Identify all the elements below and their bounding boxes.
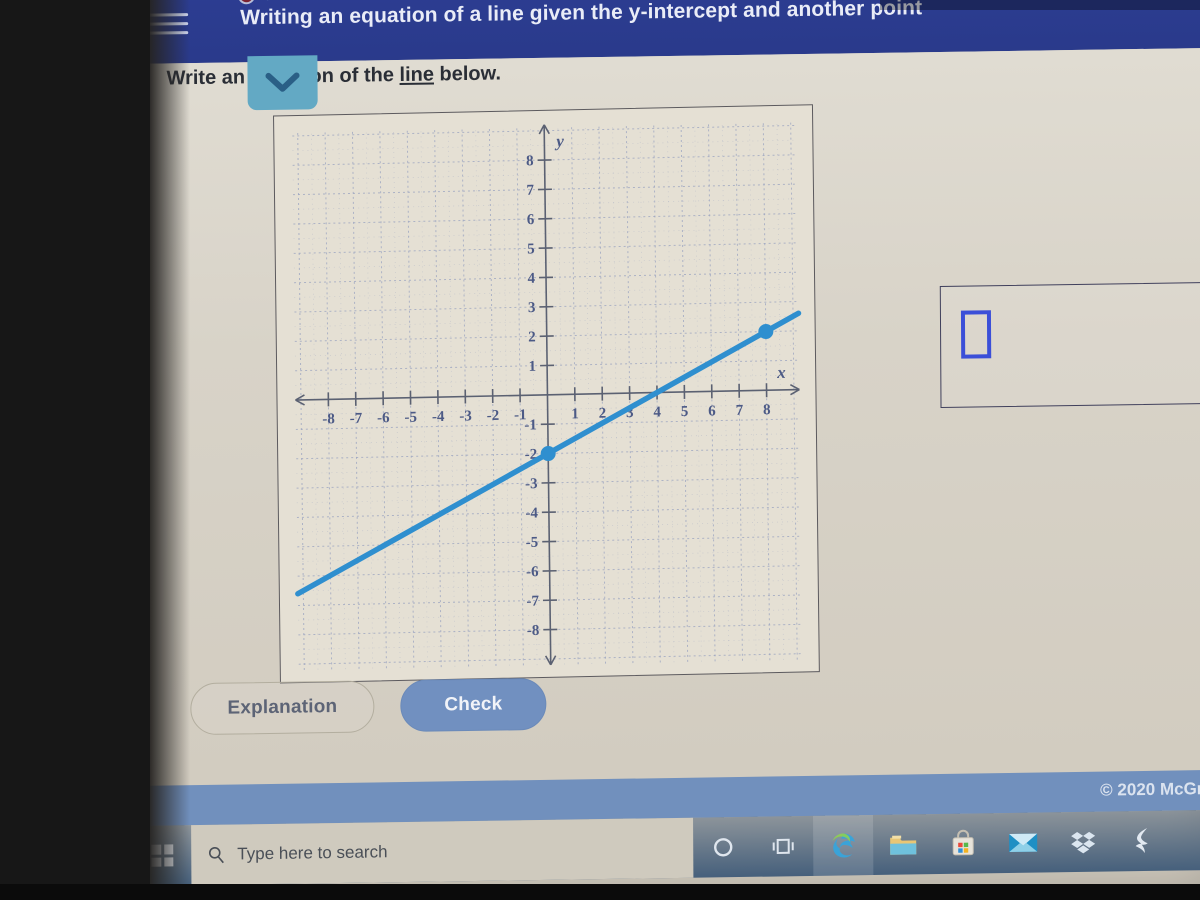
lightning-s-icon[interactable]	[1113, 811, 1173, 872]
svg-text:x: x	[776, 363, 786, 382]
search-placeholder: Type here to search	[237, 842, 388, 864]
svg-text:1: 1	[529, 359, 537, 375]
action-button-row: Explanation Check	[190, 677, 547, 736]
search-input[interactable]: Type here to search	[191, 817, 694, 886]
content-sheet: Write an equation of the line below. -8-…	[128, 47, 1200, 787]
mail-icon[interactable]	[993, 812, 1053, 873]
svg-text:1: 1	[571, 406, 579, 422]
prompt-link-line[interactable]: line	[399, 63, 434, 86]
svg-text:-8: -8	[322, 411, 335, 427]
svg-text:7: 7	[736, 403, 744, 419]
svg-text:3: 3	[528, 300, 536, 316]
bezel-shadow-left	[0, 0, 150, 900]
svg-text:5: 5	[527, 241, 535, 257]
svg-text:-5: -5	[404, 410, 417, 426]
svg-text:-7: -7	[350, 411, 363, 427]
microsoft-store-icon[interactable]	[933, 813, 993, 874]
svg-text:7: 7	[526, 183, 534, 199]
screen-photo: GRAPHS AND FUNCTIONS Writing an equation…	[0, 0, 1200, 900]
svg-text:8: 8	[526, 153, 534, 169]
copyright-text: © 2020 McGra	[1100, 778, 1200, 800]
svg-text:6: 6	[527, 212, 535, 228]
svg-text:-4: -4	[525, 505, 538, 521]
prompt-text-before: Write an	[166, 66, 246, 90]
lesson-title: Writing an equation of a line given the …	[240, 0, 923, 30]
task-view-icon[interactable]	[753, 816, 813, 877]
prompt-text-end: below.	[433, 62, 502, 86]
svg-text:-3: -3	[525, 476, 538, 492]
svg-text:-6: -6	[377, 410, 390, 426]
hamburger-menu-icon[interactable]	[148, 7, 189, 38]
svg-text:y: y	[554, 131, 564, 150]
svg-text:-2: -2	[487, 408, 500, 424]
svg-text:5: 5	[681, 404, 689, 420]
dropbox-icon[interactable]	[1053, 811, 1113, 872]
monitor-panel: GRAPHS AND FUNCTIONS Writing an equation…	[128, 0, 1200, 900]
svg-text:-8: -8	[527, 623, 540, 639]
svg-text:-4: -4	[432, 409, 445, 425]
check-button[interactable]: Check	[400, 677, 547, 733]
svg-text:2: 2	[528, 329, 536, 345]
explanation-button[interactable]: Explanation	[190, 680, 375, 736]
graph-plot-area: -8 -7 -6 -5 -4 -3 -2 -1 1 2 3 4 5 6 7 8 8 7 6 5 4 3 2 1 -1 -2 -3 -4…	[273, 104, 820, 684]
answer-empty-placeholder[interactable]	[960, 310, 992, 359]
svg-text:4: 4	[653, 404, 661, 420]
svg-text:-6: -6	[526, 564, 539, 580]
cortana-icon[interactable]	[693, 817, 753, 878]
topic-status-dot	[237, 0, 256, 5]
search-icon	[208, 847, 224, 864]
svg-text:-3: -3	[459, 408, 472, 424]
svg-text:6: 6	[708, 403, 716, 419]
file-explorer-icon[interactable]	[873, 814, 933, 875]
svg-text:8: 8	[763, 402, 771, 418]
svg-text:-5: -5	[526, 535, 539, 551]
vignette-bottom	[0, 884, 1200, 900]
answer-input-box[interactable]	[939, 281, 1200, 408]
svg-text:-1: -1	[524, 417, 537, 433]
graph-svg: -8 -7 -6 -5 -4 -3 -2 -1 1 2 3 4 5 6 7 887654321-1-2-3-4…	[292, 119, 803, 670]
coordinate-graph: -8 -7 -6 -5 -4 -3 -2 -1 1 2 3 4 5 6 7 8 8 7 6 5 4 3 2 1 -1 -2 -3 -4…	[273, 104, 820, 684]
vignette-top	[880, 0, 1200, 10]
svg-text:4: 4	[527, 271, 535, 287]
chevron-down-icon[interactable]	[247, 55, 318, 111]
question-prompt: Write an equation of the line below.	[166, 62, 501, 90]
svg-text:-7: -7	[526, 593, 539, 609]
microsoft-edge-icon[interactable]	[813, 815, 874, 876]
